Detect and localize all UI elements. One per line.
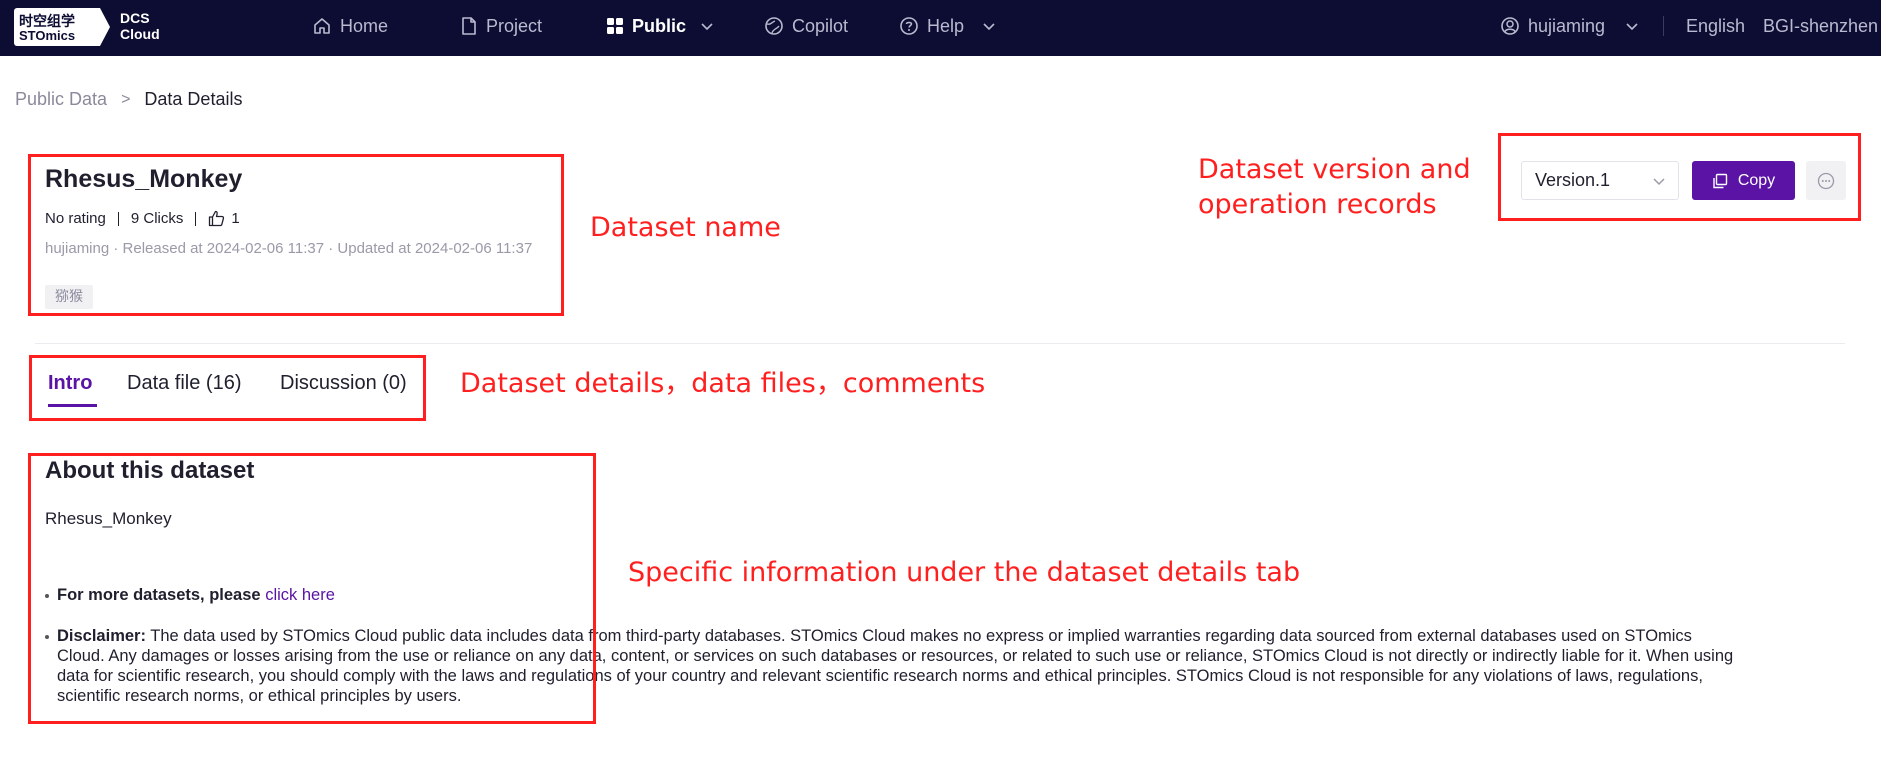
breadcrumb: Public Data > Data Details [15,89,242,110]
nav-divider [1663,16,1664,36]
breadcrumb-separator: > [121,90,131,108]
logo-mark: 时空组学 STOmics [14,8,110,46]
annotation-box-tabs [29,355,426,421]
region-label: BGI-shenzhen [1763,15,1879,36]
chevron-down-icon [983,23,995,31]
user-icon [1501,17,1519,35]
annotation-version-line1: Dataset version and [1198,154,1471,185]
top-navigation-bar: 时空组学 STOmics DCS Cloud Home Project Publ… [0,0,1881,56]
logo-product-line1: DCS [120,10,150,26]
annotation-version: Dataset version and operation records [1198,152,1471,222]
chevron-down-icon [1626,23,1638,31]
stomics-logo[interactable]: 时空组学 STOmics DCS Cloud [14,8,160,46]
document-icon [462,17,476,35]
annotation-tabs: Dataset details，data files，comments [460,368,986,399]
nav-copilot[interactable]: Copilot [764,0,848,52]
grid-icon [607,18,623,34]
user-menu[interactable]: hujiaming [1500,0,1639,52]
annotation-box-version [1498,133,1861,221]
nav-project-label: Project [486,15,543,36]
annotation-box-details [28,453,596,724]
nav-home-label: Home [340,15,389,36]
language-switch[interactable]: English [1686,0,1745,52]
section-divider [35,343,1845,344]
nav-project[interactable]: Project [460,0,542,52]
annotation-dataset-name: Dataset name [590,212,781,243]
nav-home[interactable]: Home [312,0,388,52]
user-name: hujiaming [1528,15,1606,36]
nav-public-label: Public [632,15,687,36]
nav-help[interactable]: Help [899,0,996,52]
breadcrumb-current: Data Details [144,89,243,109]
annotation-box-dataset-name [28,154,564,316]
help-icon [900,17,918,35]
chevron-down-icon [701,23,713,31]
annotation-details: Specific information under the dataset d… [628,557,1301,588]
region-switch[interactable]: BGI-shenzhen [1763,0,1878,52]
nav-help-label: Help [927,15,965,36]
nav-public[interactable]: Public [606,0,714,52]
logo-product-name: DCS Cloud [120,10,160,42]
breadcrumb-public-data[interactable]: Public Data [15,89,107,110]
language-label: English [1686,15,1746,36]
logo-en-text: STOmics [19,28,76,43]
nav-copilot-label: Copilot [792,15,849,36]
home-icon [314,18,330,34]
globe-icon [765,17,783,35]
annotation-version-line2: operation records [1198,189,1437,220]
logo-product-line2: Cloud [120,26,160,42]
